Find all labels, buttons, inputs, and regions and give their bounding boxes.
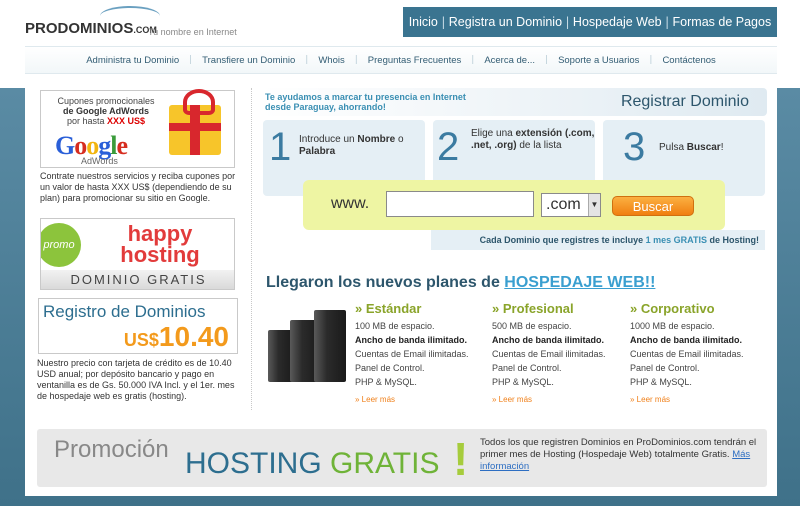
plan-profesional: » Profesional 500 MB de espacio. Ancho d… [492,301,624,404]
nav-separator: | [565,15,570,29]
domain-input[interactable] [386,191,534,217]
plan-feature: 100 MB de espacio. [355,321,435,331]
subnav-acerca[interactable]: Acerca de... [474,55,545,66]
logo-text: PRODOMINIOS.COM [25,20,157,37]
subnav-contacto[interactable]: Contáctenos [652,55,725,66]
server-icon [314,310,346,382]
nav-formas-pagos[interactable]: Formas de Pagos [673,15,772,29]
plan-features: 1000 MB de espacio. Ancho de banda ilimi… [630,319,762,389]
subnav-whois[interactable]: Whois [308,55,354,66]
plan-features: 100 MB de espacio. Ancho de banda ilimit… [355,319,487,389]
panel-footer-note: Cada Dominio que registres te incluye 1 … [431,230,765,250]
happy-hosting-banner[interactable]: promo happy hosting DOMINIO GRATIS [40,218,235,290]
leer-mas-link[interactable]: » Leer más [355,395,487,404]
exclamation-icon: ! [453,433,469,485]
nav-separator: | [441,15,446,29]
adwords-line2: de Google AdWords [62,106,149,116]
search-bar: www. .com ▼ Buscar [303,180,725,230]
column-divider [251,88,252,410]
site-logo[interactable]: PRODOMINIOS.COM Tu nombre en Internet [25,6,255,40]
plan-feature: 500 MB de espacio. [492,321,572,331]
subnav-transfiere-dominio[interactable]: Transfiere un Dominio [192,55,305,66]
registro-title: Registro de Dominios [43,302,206,321]
plan-feature: Panel de Control. [492,363,562,373]
registro-dominios-banner[interactable]: Registro de Dominios US$10.40 [38,298,238,354]
promo-label: Promoción [54,436,169,463]
domain-search-panel: Te ayudamos a marcar tu presencia en Int… [261,88,767,252]
plan-estandar: » Estándar 100 MB de espacio. Ancho de b… [355,301,487,404]
nav-separator: | [665,15,670,29]
logo-tagline: Tu nombre en Internet [148,27,237,37]
nav-registra-dominio[interactable]: Registra un Dominio [449,15,562,29]
plan-feature: PHP & MySQL. [630,377,692,387]
registro-description: Nuestro precio con tarjeta de crédito es… [37,358,235,401]
dominio-gratis-label: DOMINIO GRATIS [41,270,234,289]
adwords-banner[interactable]: Cupones promocionales de Google AdWords … [40,89,235,168]
promo-text: Todos los que registren Dominios en ProD… [480,437,757,472]
top-navigation: Inicio | Registra un Dominio | Hospedaje… [403,7,777,37]
step-number: 2 [437,125,460,169]
panel-intro: Te ayudamos a marcar tu presencia en Int… [265,92,466,112]
step-text: Introduce un Nombre o Palabra [299,134,404,157]
subnav-soporte[interactable]: Soporte a Usuarios [548,55,649,66]
registro-price: US$10.40 [123,321,229,352]
step-text: Pulsa Buscar! [659,142,724,153]
hospedaje-web-link[interactable]: HOSPEDAJE WEB!! [504,274,655,291]
step-number: 1 [269,125,292,169]
plan-feature: 1000 MB de espacio. [630,321,715,331]
leer-mas-link[interactable]: » Leer más [492,395,624,404]
promo-hosting-gratis: HOSTING GRATIS [185,447,440,480]
panel-header: Te ayudamos a marcar tu presencia en Int… [261,88,767,116]
subnav-administra-dominio[interactable]: Administra tu Dominio [76,55,189,66]
gift-box-icon [169,89,221,155]
step-text: Elige una extensión (.com, .net, .org) d… [471,128,595,151]
adwords-label: AdWords [81,156,118,166]
step-number: 3 [623,125,646,169]
plan-features: 500 MB de espacio. Ancho de banda ilimit… [492,319,624,389]
buscar-button[interactable]: Buscar [612,196,694,216]
adwords-line3: por hasta XXX US$ [66,116,146,126]
plan-feature: Ancho de banda ilimitado. [630,335,743,345]
nav-inicio[interactable]: Inicio [409,15,438,29]
chevron-down-icon[interactable]: ▼ [588,194,600,216]
happy-hosting-title: happy hosting [120,221,200,267]
plan-name: » Estándar [355,301,422,316]
plans-heading: Llegaron los nuevos planes de HOSPEDAJE … [266,274,656,291]
plan-feature: Cuentas de Email ilimitadas. [355,349,469,359]
plan-feature: PHP & MySQL. [355,377,417,387]
leer-mas-link[interactable]: » Leer más [630,395,762,404]
servers-image [268,310,346,382]
plan-name: » Profesional [492,301,574,316]
subnav-preguntas[interactable]: Preguntas Frecuentes [358,55,471,66]
adwords-description: Contrate nuestros servicios y reciba cup… [40,171,236,203]
plan-corporativo: » Corporativo 1000 MB de espacio. Ancho … [630,301,762,404]
plan-feature: Ancho de banda ilimitado. [492,335,605,345]
plan-feature: Cuentas de Email ilimitadas. [630,349,744,359]
nav-hospedaje-web[interactable]: Hospedaje Web [573,15,662,29]
plan-feature: Panel de Control. [630,363,700,373]
panel-title: Registrar Dominio [620,93,749,110]
plan-feature: Ancho de banda ilimitado. [355,335,468,345]
plan-feature: PHP & MySQL. [492,377,554,387]
www-prefix: www. [331,195,370,212]
adwords-line1: Cupones promocionales [57,96,155,106]
promo-badge: promo [41,223,81,267]
plan-name: » Corporativo [630,301,715,316]
adwords-banner-text: Cupones promocionales de Google AdWords … [47,96,165,126]
plan-feature: Cuentas de Email ilimitadas. [492,349,606,359]
plan-feature: Panel de Control. [355,363,425,373]
tld-select[interactable]: .com ▼ [541,193,601,217]
secondary-navigation: Administra tu Dominio | Transfiere un Dom… [25,46,777,74]
promo-banner[interactable]: Promoción HOSTING GRATIS ! Todos los que… [37,429,767,487]
